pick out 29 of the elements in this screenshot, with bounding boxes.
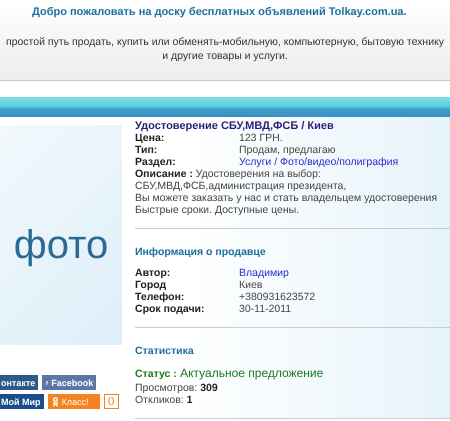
field-value: 123 ГРН. — [239, 132, 283, 144]
status-text: Статус : Актуальное предложение — [135, 366, 324, 382]
field-value: +380931623572 — [239, 291, 316, 303]
field-value: Продам, предлагаю — [239, 144, 336, 156]
field-value: 30-11-2011 — [239, 303, 292, 315]
field-label: Тип: — [135, 144, 158, 156]
section-heading: Информация о продавце — [135, 246, 267, 258]
share-count: 0 — [104, 394, 119, 409]
section-heading: Статистика — [135, 345, 195, 357]
person-icon — [50, 396, 60, 406]
field-label: Цена: — [135, 132, 166, 144]
field-label: Срок подачи: — [135, 303, 206, 315]
field-label: Телефон: — [135, 291, 186, 303]
photo-placeholder-text: фото — [14, 222, 108, 268]
listing-title: Удостоверение СБУ,МВД,ФСБ / Киев — [135, 120, 335, 132]
field-value: Киев — [239, 279, 262, 291]
field-label: Город — [135, 279, 168, 291]
share-button[interactable]: Facebook — [42, 375, 96, 390]
description-text: Описание : Удостоверения на выбор: СБУ,МВД,ФСБ,администрация президента, Вы можете заказать у нас и стать владельцем удостоверения Быстрые сроки. Доступные цены. — [135, 168, 438, 216]
field-label: Раздел: — [135, 156, 177, 168]
share-button[interactable]: онтакте — [0, 375, 38, 390]
counter-text: Откликов: 1 — [135, 394, 194, 406]
counter-text: Просмотров: 309 — [135, 382, 219, 394]
share-button[interactable]: Мой Мир — [0, 394, 44, 409]
field-link[interactable]: Услуги / Фото/видео/полиграфия — [239, 156, 398, 168]
tagline-text: простой путь продать, купить или обменять-мобильную, компьютерную, бытовую технику и другие товары и услуги. — [4, 35, 446, 63]
field-link[interactable]: Владимир — [239, 267, 289, 279]
field-label: Автор: — [135, 267, 172, 279]
welcome-text: Добро пожаловать на доску бесплатных объявлений Tolkay.com.ua. — [32, 6, 408, 18]
